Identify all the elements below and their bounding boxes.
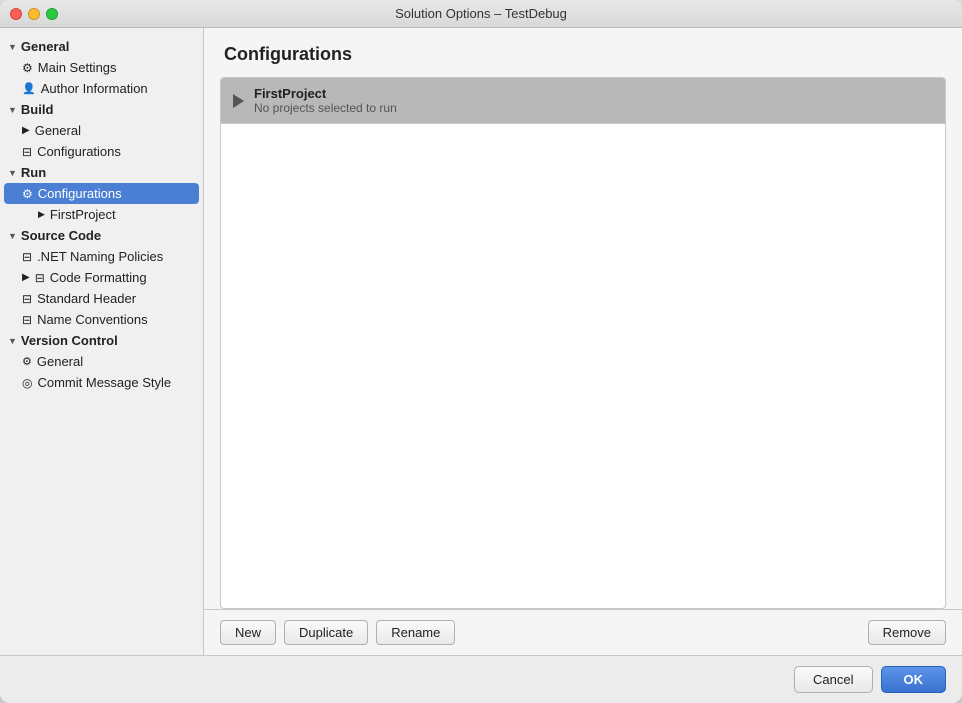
sidebar-section-general-label: General xyxy=(21,39,69,54)
sidebar-item-commit-label: Commit Message Style xyxy=(37,375,171,390)
traffic-lights xyxy=(10,8,58,20)
sidebar-item-standard-header[interactable]: Standard Header xyxy=(0,288,203,309)
play-icon xyxy=(233,94,244,108)
config-subtitle: No projects selected to run xyxy=(254,101,397,115)
window-footer: Cancel OK xyxy=(0,655,962,703)
config-list-item[interactable]: FirstProject No projects selected to run xyxy=(221,78,945,124)
config-item-text: FirstProject No projects selected to run xyxy=(254,86,397,115)
sidebar-item-run-configurations[interactable]: Configurations xyxy=(4,183,199,204)
sidebar-section-general[interactable]: ▼ General xyxy=(0,36,203,57)
arrow-source: ▼ xyxy=(8,231,17,241)
window-title: Solution Options – TestDebug xyxy=(395,6,567,21)
sidebar-item-author-label: Author Information xyxy=(41,81,148,96)
sidebar-item-build-general[interactable]: General xyxy=(0,120,203,141)
main-header: Configurations xyxy=(204,28,962,77)
sidebar-item-name-conventions-label: Name Conventions xyxy=(37,312,148,327)
sidebar-section-version-control[interactable]: ▼ Version Control xyxy=(0,330,203,351)
cancel-button[interactable]: Cancel xyxy=(794,666,872,693)
main-window: Solution Options – TestDebug ▼ General M… xyxy=(0,0,962,703)
sidebar-item-run-configurations-label: Configurations xyxy=(38,186,122,201)
arrow-general: ▼ xyxy=(8,42,17,52)
sidebar-item-vc-general-label: General xyxy=(37,354,83,369)
rename-button[interactable]: Rename xyxy=(376,620,455,645)
sidebar-item-configurations[interactable]: Configurations xyxy=(0,141,203,162)
sidebar-item-code-formatting-label: Code Formatting xyxy=(50,270,147,285)
play-icon-build xyxy=(22,125,30,136)
gear-icon-run xyxy=(22,187,33,201)
configurations-panel: FirstProject No projects selected to run xyxy=(220,77,946,609)
sidebar-item-net-naming[interactable]: .NET Naming Policies xyxy=(0,246,203,267)
sidebar-section-source-code[interactable]: ▼ Source Code xyxy=(0,225,203,246)
sidebar-section-run[interactable]: ▼ Run xyxy=(0,162,203,183)
sidebar-item-configurations-label: Configurations xyxy=(37,144,121,159)
remove-button[interactable]: Remove xyxy=(868,620,946,645)
sidebar-section-source-label: Source Code xyxy=(21,228,101,243)
sidebar-section-build[interactable]: ▼ Build xyxy=(0,99,203,120)
sidebar-item-main-settings[interactable]: Main Settings xyxy=(0,57,203,78)
arrow-vc: ▼ xyxy=(8,336,17,346)
person-icon xyxy=(22,82,36,95)
sidebar: ▼ General Main Settings Author Informati… xyxy=(0,28,204,655)
sidebar-item-standard-header-label: Standard Header xyxy=(37,291,136,306)
header-icon xyxy=(22,292,32,306)
sidebar-item-code-formatting[interactable]: Code Formatting xyxy=(0,267,203,288)
minimize-button[interactable] xyxy=(28,8,40,20)
window-body: ▼ General Main Settings Author Informati… xyxy=(0,28,962,655)
arrow-formatting-icon xyxy=(22,272,30,283)
sidebar-section-vc-label: Version Control xyxy=(21,333,118,348)
sidebar-item-author-information[interactable]: Author Information xyxy=(0,78,203,99)
sidebar-item-main-settings-label: Main Settings xyxy=(38,60,117,75)
close-button[interactable] xyxy=(10,8,22,20)
sidebar-item-firstproject-label: FirstProject xyxy=(50,207,116,222)
vcs-general-icon xyxy=(22,355,32,368)
sidebar-section-build-label: Build xyxy=(21,102,54,117)
sidebar-item-build-general-label: General xyxy=(35,123,81,138)
duplicate-button[interactable]: Duplicate xyxy=(284,620,368,645)
config-empty-area xyxy=(221,124,945,524)
gear-icon xyxy=(22,61,33,75)
bottom-toolbar: New Duplicate Rename Remove xyxy=(204,609,962,655)
arrow-build: ▼ xyxy=(8,105,17,115)
sidebar-item-firstproject[interactable]: ▶ FirstProject xyxy=(0,204,203,225)
sidebar-section-run-label: Run xyxy=(21,165,46,180)
conventions-icon xyxy=(22,313,32,327)
ok-button[interactable]: OK xyxy=(881,666,947,693)
naming-icon xyxy=(22,250,32,264)
sidebar-item-name-conventions[interactable]: Name Conventions xyxy=(0,309,203,330)
maximize-button[interactable] xyxy=(46,8,58,20)
commit-icon xyxy=(22,376,32,390)
arrow-run: ▼ xyxy=(8,168,17,178)
config-name: FirstProject xyxy=(254,86,397,101)
play-icon-first: ▶ xyxy=(38,209,45,220)
main-content: Configurations FirstProject No projects … xyxy=(204,28,962,655)
page-title: Configurations xyxy=(224,44,942,65)
config-icon xyxy=(22,145,32,159)
formatting-icon xyxy=(35,271,45,285)
sidebar-item-net-naming-label: .NET Naming Policies xyxy=(37,249,163,264)
sidebar-item-vc-general[interactable]: General xyxy=(0,351,203,372)
sidebar-item-commit-message[interactable]: Commit Message Style xyxy=(0,372,203,393)
titlebar: Solution Options – TestDebug xyxy=(0,0,962,28)
new-button[interactable]: New xyxy=(220,620,276,645)
